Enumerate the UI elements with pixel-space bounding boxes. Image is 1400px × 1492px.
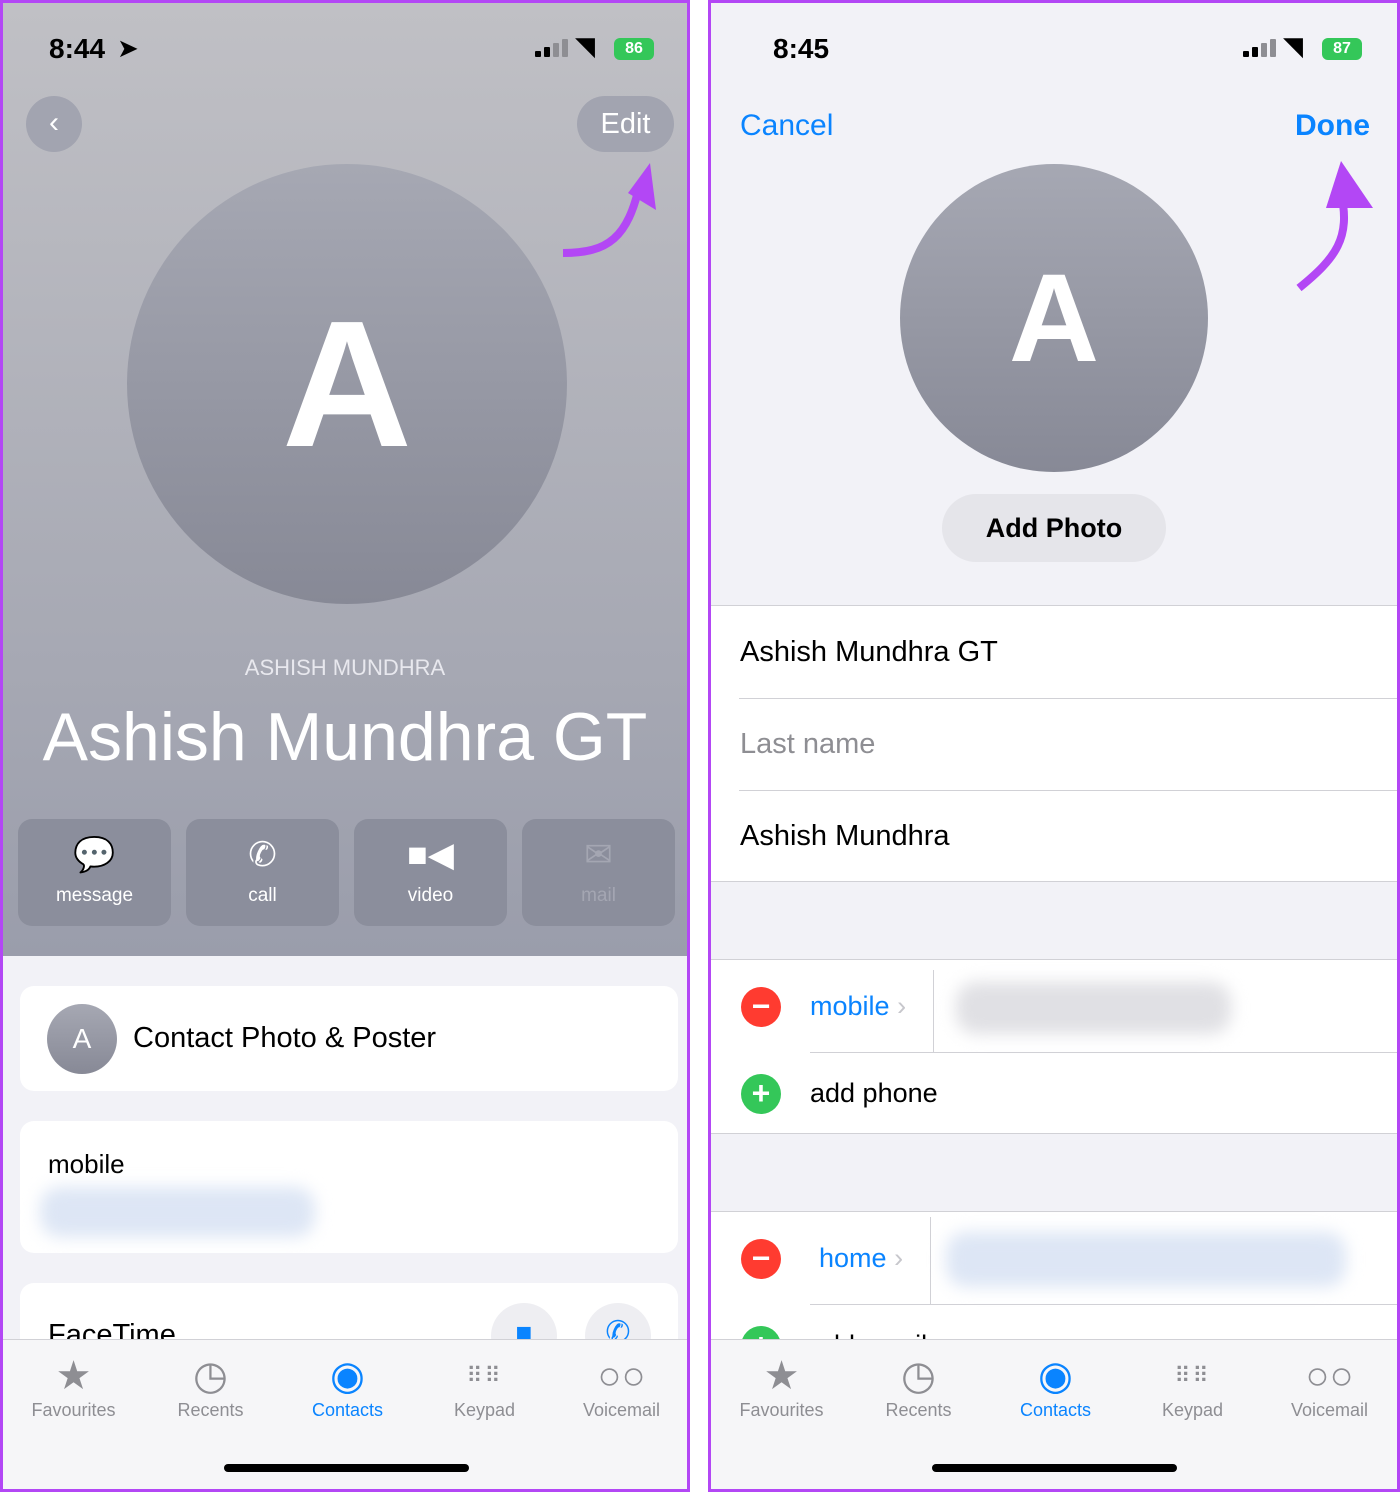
phone-label-selector[interactable]: mobile › — [810, 991, 906, 1022]
status-time: 8:44 — [49, 33, 106, 64]
clock-icon: ◷ — [901, 1354, 936, 1398]
clock-icon: ◷ — [193, 1354, 228, 1398]
done-button[interactable]: Done — [1295, 109, 1370, 143]
tab-label: Recents — [885, 1400, 952, 1420]
poster-label: Contact Photo & Poster — [133, 1022, 437, 1054]
tab-contacts[interactable]: ◉ Contacts — [987, 1352, 1124, 1421]
tab-bar: ★ Favourites ◷ Recents ◉ Contacts ⠿⠿ Keypad … — [3, 1339, 687, 1489]
video-label: video — [407, 885, 454, 906]
voicemail-icon: ○○ — [1305, 1354, 1354, 1398]
message-icon: 💬 — [73, 836, 116, 874]
tab-label: Keypad — [453, 1400, 516, 1420]
contact-name: Ashish Mundhra GT — [42, 699, 648, 775]
mobile-label: mobile — [48, 1149, 125, 1179]
phone-icon: ✆ — [248, 836, 277, 874]
tab-favourites[interactable]: ★ Favourites — [713, 1352, 850, 1421]
add-phone-icon[interactable]: + — [741, 1074, 781, 1114]
tab-label: Voicemail — [1290, 1400, 1369, 1420]
star-icon: ★ — [55, 1354, 92, 1398]
star-icon: ★ — [763, 1354, 800, 1398]
phone-section: − mobile › + add phone — [711, 959, 1397, 1134]
contact-detail-screen: 8:44 ➤ ◥ 86 ‹ Edit A ASHISH MUNDHRA Ashi… — [0, 0, 690, 1492]
tab-recents[interactable]: ◷ Recents — [850, 1352, 987, 1421]
edit-contact-screen: 8:45 ◥ 87 Cancel Done A Add Photo Ashish… — [708, 0, 1400, 1492]
battery-indicator: 87 — [1322, 38, 1362, 60]
tab-bar: ★ Favourites ◷ Recents ◉ Contacts ⠿⠿ Keypad … — [711, 1339, 1397, 1489]
remove-email-button[interactable]: − — [741, 1239, 781, 1279]
tab-voicemail[interactable]: ○○ Voicemail — [1261, 1352, 1397, 1421]
tab-contacts[interactable]: ◉ Contacts — [279, 1352, 416, 1421]
edit-button[interactable]: Edit — [577, 96, 674, 152]
message-label: message — [55, 885, 134, 906]
voicemail-icon: ○○ — [597, 1354, 646, 1398]
call-label: call — [248, 885, 277, 906]
remove-phone-button[interactable]: − — [741, 987, 781, 1027]
signal-icon — [1243, 39, 1276, 57]
cancel-button[interactable]: Cancel — [740, 109, 833, 143]
call-button[interactable]: ✆ call — [186, 819, 339, 926]
redacted-phone-number — [40, 1187, 315, 1237]
wifi-icon: ◥ — [1283, 31, 1303, 61]
add-phone-button[interactable]: add phone — [810, 1078, 938, 1109]
keypad-icon: ⠿⠿ — [466, 1363, 503, 1388]
add-photo-button[interactable]: Add Photo — [942, 494, 1166, 562]
status-time: 8:45 — [773, 33, 830, 64]
tab-label: Contacts — [311, 1400, 384, 1420]
contact-avatar: A — [900, 164, 1208, 472]
tab-favourites[interactable]: ★ Favourites — [5, 1352, 142, 1421]
company-field[interactable]: Ashish Mundhra — [740, 820, 950, 853]
chevron-right-icon: › — [897, 991, 907, 1021]
video-icon: ■◀ — [407, 836, 454, 874]
home-indicator — [224, 1464, 469, 1472]
annotation-arrow — [562, 163, 656, 257]
tab-label: Favourites — [739, 1400, 824, 1420]
phone-label: mobile — [810, 991, 890, 1021]
email-label-selector[interactable]: home › — [819, 1243, 903, 1274]
person-icon: ◉ — [330, 1354, 365, 1398]
tab-voicemail[interactable]: ○○ Voicemail — [553, 1352, 687, 1421]
keypad-icon: ⠿⠿ — [1174, 1363, 1211, 1388]
wifi-icon: ◥ — [575, 31, 595, 61]
tab-keypad[interactable]: ⠿⠿ Keypad — [416, 1352, 553, 1421]
redacted-phone-number[interactable] — [956, 982, 1231, 1034]
last-name-field[interactable]: Last name — [740, 728, 875, 761]
video-button[interactable]: ■◀ video — [354, 819, 507, 926]
chevron-right-icon: › — [894, 1243, 904, 1273]
email-label: home — [819, 1243, 887, 1273]
contact-avatar: A — [127, 164, 567, 604]
battery-indicator: 86 — [614, 38, 654, 60]
tab-label: Recents — [177, 1400, 244, 1420]
tab-label: Voicemail — [582, 1400, 661, 1420]
person-icon: ◉ — [1038, 1354, 1073, 1398]
tab-label: Keypad — [1161, 1400, 1224, 1420]
message-button[interactable]: 💬 message — [18, 819, 171, 926]
back-button[interactable]: ‹ — [26, 96, 82, 152]
poster-avatar: A — [47, 1004, 117, 1074]
tab-label: Favourites — [31, 1400, 116, 1420]
mobile-row[interactable]: mobile — [20, 1121, 678, 1253]
contact-photo-poster-row[interactable]: A Contact Photo & Poster — [20, 986, 678, 1091]
signal-icon — [535, 39, 568, 57]
tab-label: Contacts — [1019, 1400, 1092, 1420]
redacted-email[interactable] — [946, 1232, 1346, 1287]
mail-icon: ✉ — [584, 836, 613, 874]
tab-recents[interactable]: ◷ Recents — [142, 1352, 279, 1421]
contact-subtitle: ASHISH MUNDHRA — [244, 655, 446, 680]
tab-keypad[interactable]: ⠿⠿ Keypad — [1124, 1352, 1261, 1421]
annotation-arrow — [1296, 161, 1373, 292]
location-icon: ➤ — [117, 33, 139, 63]
mail-label: mail — [581, 885, 616, 906]
name-fields: Ashish Mundhra GT Last name Ashish Mundh… — [711, 605, 1397, 882]
home-indicator — [932, 1464, 1177, 1472]
first-name-field[interactable]: Ashish Mundhra GT — [740, 636, 998, 669]
mail-button[interactable]: ✉ mail — [522, 819, 675, 926]
